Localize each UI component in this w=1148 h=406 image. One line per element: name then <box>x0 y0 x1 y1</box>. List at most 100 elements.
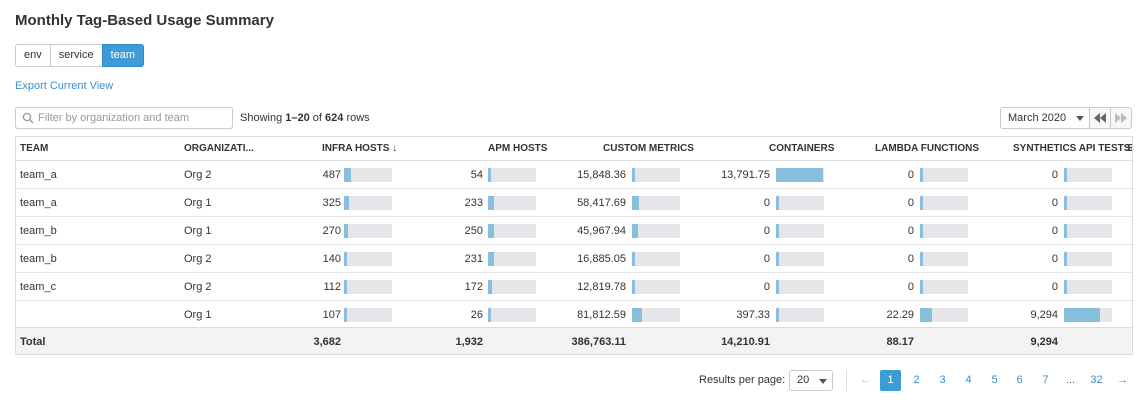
usage-bar-fill <box>344 252 347 266</box>
cell-custom-metrics: 58,417.69 <box>577 197 626 209</box>
cell-apm-hosts: 54 <box>470 169 483 181</box>
showing-of: of <box>309 112 326 124</box>
usage-bar-fill <box>344 224 348 238</box>
column-header-infra-hosts[interactable]: INFRA HOSTS ↓ <box>322 143 397 154</box>
page-button-7[interactable]: 7 <box>1035 370 1056 391</box>
page-button-5[interactable]: 5 <box>984 370 1005 391</box>
usage-bar-fill <box>632 224 638 238</box>
cell-synthetics-api-tests: 0 <box>1051 225 1058 237</box>
cell-organization: Org 1 <box>184 225 212 237</box>
usage-bar-synthetics-api-tests <box>1064 168 1112 182</box>
column-header-custom-metrics[interactable]: CUSTOM METRICS <box>603 143 694 154</box>
table-row[interactable]: Org 1 107 26 81,812.59 397.33 22.29 9,294 <box>16 301 1132 329</box>
column-header-containers[interactable]: CONTAINERS <box>769 143 834 154</box>
results-per-page-select[interactable]: 20 <box>789 370 833 391</box>
totals-row: Total 3,682 1,932 386,763.11 14,210.91 8… <box>16 327 1132 354</box>
cell-custom-metrics: 15,848.36 <box>577 169 626 181</box>
page-title: Monthly Tag-Based Usage Summary <box>15 12 274 29</box>
cell-containers: 13,791.75 <box>721 169 770 181</box>
next-month-button[interactable] <box>1110 107 1132 129</box>
forward-icon <box>1115 113 1127 123</box>
page-button-6[interactable]: 6 <box>1009 370 1030 391</box>
usage-bar-custom-metrics <box>632 252 680 266</box>
page-button-2[interactable]: 2 <box>906 370 927 391</box>
previous-month-button[interactable] <box>1089 107 1111 129</box>
previous-page-arrow-icon[interactable]: ← <box>855 370 876 391</box>
tag-button-service[interactable]: service <box>49 44 103 67</box>
column-header-next[interactable]: S <box>1127 143 1132 154</box>
showing-total: 624 <box>325 112 344 124</box>
table-row[interactable]: team_c Org 2 112 172 12,819.78 0 0 0 <box>16 273 1132 301</box>
cell-lambda-functions: 0 <box>907 253 914 265</box>
results-per-page-value: 20 <box>797 374 810 386</box>
cell-custom-metrics: 81,812.59 <box>577 309 626 321</box>
cell-infra-hosts: 112 <box>323 281 341 293</box>
month-select[interactable]: March 2020 <box>1000 107 1090 129</box>
usage-bar-fill <box>488 280 492 294</box>
cell-infra-hosts: 487 <box>322 169 341 181</box>
usage-bar-containers <box>776 308 824 322</box>
cell-organization: Org 2 <box>184 281 212 293</box>
table-row[interactable]: team_a Org 1 325 233 58,417.69 0 0 0 <box>16 189 1132 217</box>
pagination-ellipsis: ... <box>1065 374 1076 386</box>
usage-bar-fill <box>632 308 642 322</box>
cell-apm-hosts: 233 <box>464 197 483 209</box>
cell-custom-metrics: 45,967.94 <box>577 225 626 237</box>
table-row[interactable]: team_a Org 2 487 54 15,848.36 13,791.75 0 0 <box>16 161 1132 189</box>
usage-bar-fill <box>632 168 635 182</box>
usage-bar-lambda-functions <box>920 252 968 266</box>
column-header-organization[interactable]: ORGANIZATI... <box>184 143 254 154</box>
tag-button-env[interactable]: env <box>15 44 51 67</box>
column-header-apm-hosts[interactable]: APM HOSTS <box>488 143 547 154</box>
column-header-team[interactable]: TEAM <box>20 143 48 154</box>
usage-bar-synthetics-api-tests <box>1064 224 1112 238</box>
cell-containers: 397.33 <box>736 309 770 321</box>
export-current-view-link[interactable]: Export Current View <box>15 80 113 92</box>
cell-lambda-functions: 0 <box>907 281 914 293</box>
table-row[interactable]: team_b Org 2 140 231 16,885.05 0 0 0 <box>16 245 1132 273</box>
usage-bar-fill <box>632 252 635 266</box>
usage-bar-synthetics-api-tests <box>1064 308 1112 322</box>
cell-containers: 0 <box>763 281 770 293</box>
usage-bar-synthetics-api-tests <box>1064 196 1112 210</box>
cell-synthetics-api-tests: 0 <box>1051 197 1058 209</box>
cell-containers: 0 <box>763 253 770 265</box>
next-page-arrow-icon[interactable]: → <box>1112 370 1133 391</box>
usage-bar-custom-metrics <box>632 308 680 322</box>
page-button-4[interactable]: 4 <box>958 370 979 391</box>
month-value: March 2020 <box>1008 112 1067 124</box>
usage-table: TEAM ORGANIZATI... INFRA HOSTS ↓ APM HOS… <box>15 136 1133 355</box>
usage-bar-fill <box>776 252 779 266</box>
filter-input[interactable] <box>38 110 228 126</box>
cell-synthetics-api-tests: 9,294 <box>1030 309 1058 321</box>
usage-bar-custom-metrics <box>632 280 680 294</box>
usage-bar-fill <box>488 252 494 266</box>
cell-synthetics-api-tests: 0 <box>1051 169 1058 181</box>
tag-button-team[interactable]: team <box>101 44 145 67</box>
cell-infra-hosts: 107 <box>322 309 341 321</box>
chevron-down-icon <box>1076 116 1084 121</box>
usage-bar-lambda-functions <box>920 224 968 238</box>
cell-lambda-functions: 22.29 <box>886 309 914 321</box>
cell-team: team_c <box>20 281 57 293</box>
column-header-synthetics-api-tests[interactable]: SYNTHETICS API TESTS <box>1013 143 1130 154</box>
page-button-32[interactable]: 32 <box>1086 370 1107 391</box>
page-button-3[interactable]: 3 <box>932 370 953 391</box>
usage-bar-apm-hosts <box>488 196 536 210</box>
table-row[interactable]: team_b Org 1 270 250 45,967.94 0 0 0 <box>16 217 1132 245</box>
cell-custom-metrics: 16,885.05 <box>577 253 626 265</box>
total-custom-metrics: 386,763.11 <box>571 336 626 348</box>
total-infra-hosts: 3,682 <box>313 336 341 348</box>
cell-infra-hosts: 140 <box>322 253 341 265</box>
cell-organization: Org 2 <box>184 169 212 181</box>
chevron-down-icon <box>819 379 827 384</box>
cell-custom-metrics: 12,819.78 <box>577 281 626 293</box>
column-header-lambda-functions[interactable]: LAMBDA FUNCTIONS <box>875 143 979 154</box>
page-button-1[interactable]: 1 <box>880 370 901 391</box>
total-lambda-functions: 88.17 <box>886 336 914 348</box>
cell-apm-hosts: 172 <box>464 281 483 293</box>
usage-bar-custom-metrics <box>632 168 680 182</box>
usage-bar-fill <box>488 196 494 210</box>
cell-lambda-functions: 0 <box>907 169 914 181</box>
usage-bar-fill <box>920 196 923 210</box>
